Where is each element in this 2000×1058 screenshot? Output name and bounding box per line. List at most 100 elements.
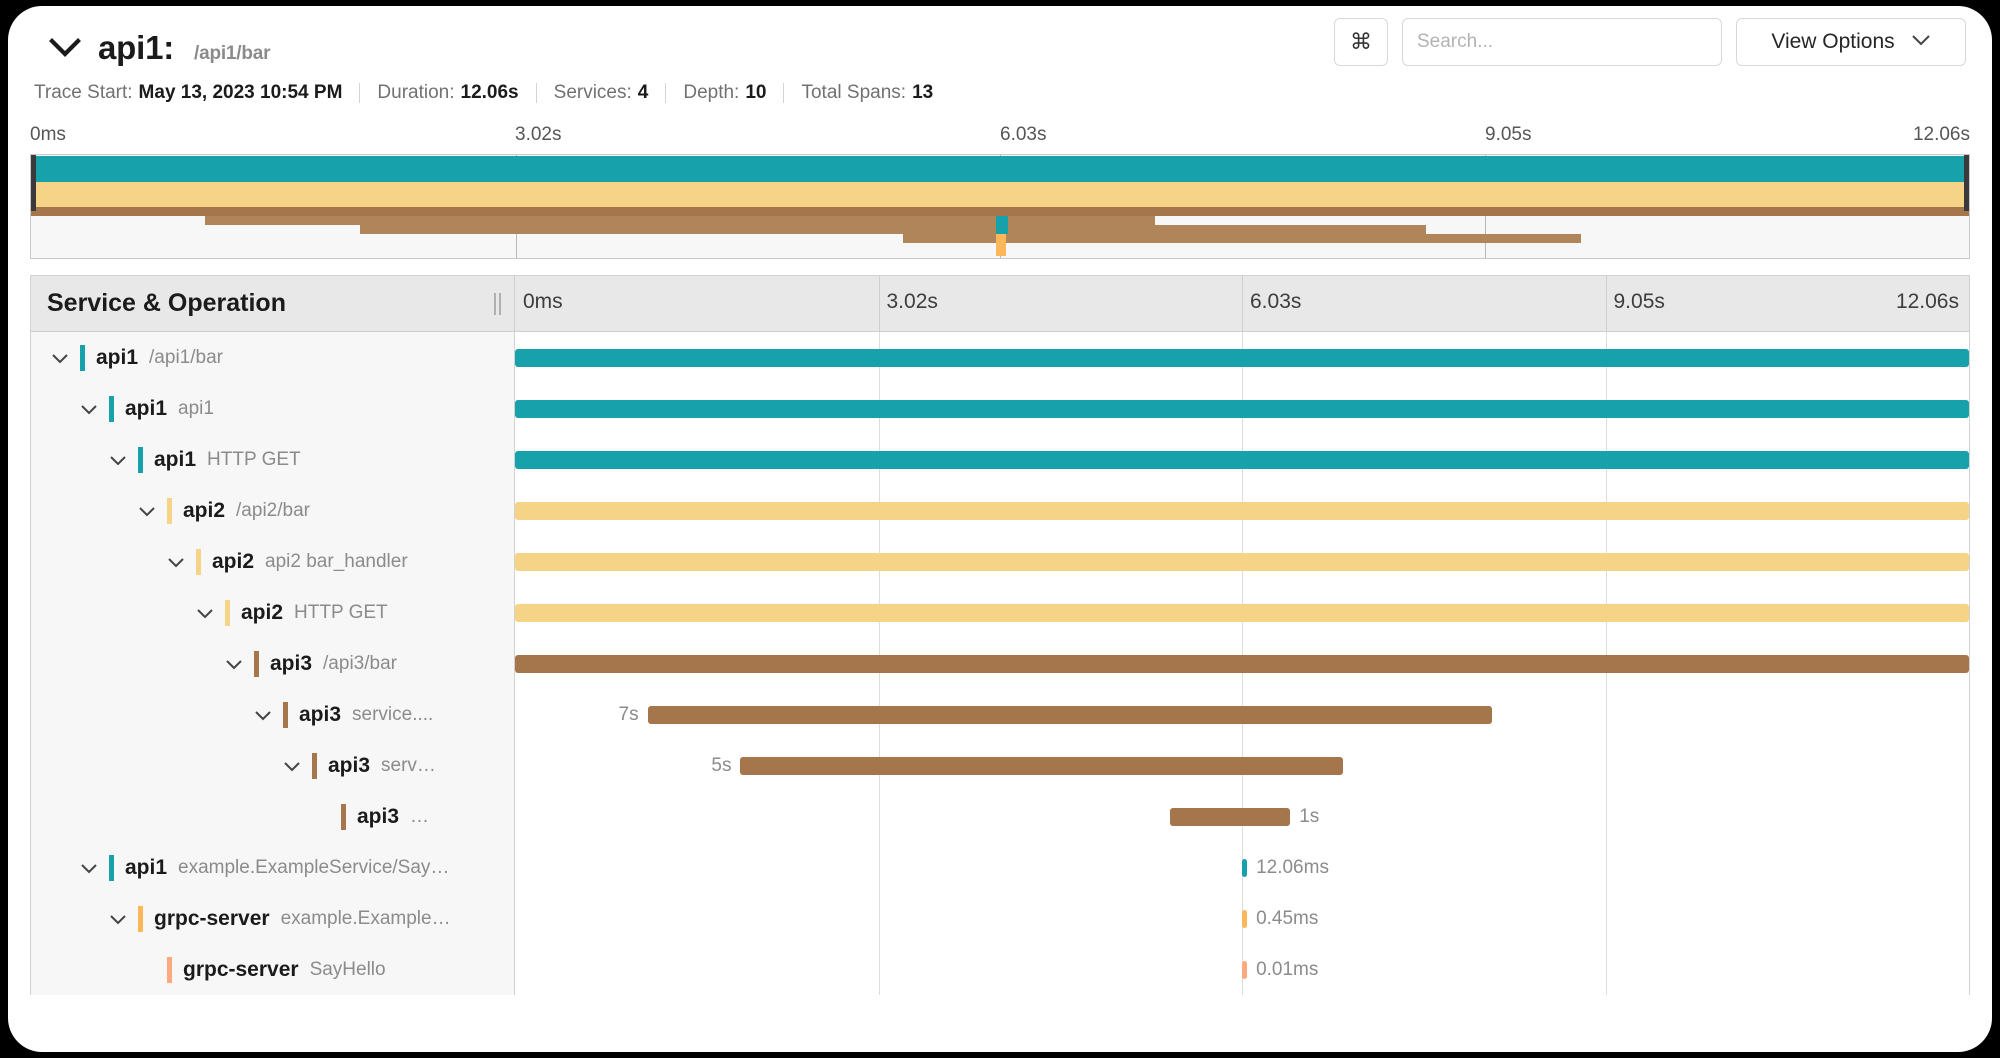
table-row[interactable]: api3 service.... 7s [31, 689, 1969, 740]
span-name-cell[interactable]: api1 api1 [31, 383, 515, 434]
span-bar[interactable] [1169, 807, 1291, 826]
chevron-down-icon[interactable] [134, 498, 160, 524]
span-timeline-cell[interactable] [515, 332, 1969, 383]
chevron-down-icon[interactable] [192, 600, 218, 626]
chevron-down-icon[interactable] [163, 549, 189, 575]
chevron-down-icon[interactable] [46, 29, 84, 67]
span-bar[interactable] [740, 756, 1344, 775]
minimap-tick-0: 0ms [30, 124, 66, 145]
table-row[interactable]: api1/api1/bar [31, 332, 1969, 383]
span-duration-label: 12.06ms [1256, 856, 1329, 878]
span-timeline-cell[interactable] [515, 434, 1969, 485]
chevron-placeholder [134, 957, 160, 983]
header-actions: ⌘ View Options [1334, 18, 1966, 66]
span-color-indicator [167, 497, 172, 524]
meta-services-value: 4 [637, 82, 649, 103]
span-operation-name: HTTP GET [294, 601, 388, 623]
chevron-placeholder [308, 804, 334, 830]
timeline-gridline [878, 842, 880, 893]
span-timeline-cell[interactable]: 0.01ms [515, 944, 1969, 995]
span-service-name: api3 [328, 753, 371, 777]
span-bar[interactable] [1242, 858, 1248, 877]
chevron-down-icon[interactable] [47, 345, 73, 371]
minimap-span-bar [31, 182, 1969, 207]
search-input[interactable] [1402, 18, 1722, 66]
span-duration-label: 0.01ms [1256, 958, 1319, 980]
span-timeline-cell[interactable]: 12.06ms [515, 842, 1969, 893]
timeline-gridline [1605, 791, 1607, 842]
timeline-tick-0: 0ms [523, 290, 563, 313]
timeline-header-gridline [878, 276, 880, 331]
table-row[interactable]: api1 example.ExampleService/Say… 12.06ms [31, 842, 1969, 893]
table-row[interactable]: grpc-server example.Example… 0.45ms [31, 893, 1969, 944]
minimap-drag-handle-left[interactable] [31, 155, 36, 211]
chevron-down-icon[interactable] [76, 396, 102, 422]
span-bar[interactable] [515, 399, 1969, 418]
span-name-cell[interactable]: api2/api2/bar [31, 485, 515, 536]
span-name-cell[interactable]: api1 HTTP GET [31, 434, 515, 485]
meta-duration-value: 12.06s [460, 82, 519, 103]
span-name-cell[interactable]: grpc-server example.Example… [31, 893, 515, 944]
span-name-cell[interactable]: api2 api2 bar_handler [31, 536, 515, 587]
meta-duration: Duration: 12.06s [377, 82, 518, 104]
table-row[interactable]: api3 serv… 5s [31, 740, 1969, 791]
table-row[interactable]: api1 api1 [31, 383, 1969, 434]
span-operation-name: serv… [381, 754, 436, 776]
span-table: Service & Operation 0ms 3.02s 6.03s 9.05s 12… [30, 275, 1970, 995]
column-resizer[interactable] [494, 292, 504, 315]
span-bar[interactable] [515, 501, 1969, 520]
chevron-down-icon[interactable] [105, 447, 131, 473]
span-name-cell[interactable]: api1/api1/bar [31, 332, 515, 383]
span-timeline-cell[interactable] [515, 587, 1969, 638]
span-timeline-cell[interactable]: 0.45ms [515, 893, 1969, 944]
minimap-span-bar [996, 216, 1008, 234]
minimap-span-bar [996, 234, 1006, 256]
span-bar[interactable] [515, 348, 1969, 367]
span-timeline-cell[interactable] [515, 638, 1969, 689]
span-name-cell[interactable]: api3/api3/bar [31, 638, 515, 689]
span-timeline-cell[interactable] [515, 536, 1969, 587]
span-bar[interactable] [1242, 960, 1248, 979]
minimap[interactable] [30, 154, 1970, 259]
span-bar[interactable] [515, 654, 1969, 673]
table-row[interactable]: api2/api2/bar [31, 485, 1969, 536]
table-row[interactable]: api1 HTTP GET [31, 434, 1969, 485]
span-name-cell[interactable]: api3 service.... [31, 689, 515, 740]
span-name-cell[interactable]: api3… [31, 791, 515, 842]
span-service-name: api2 [241, 600, 284, 624]
table-row[interactable]: api3 … 1s [31, 791, 1969, 842]
span-bar[interactable] [515, 603, 1969, 622]
span-name-cell[interactable]: api1 example.ExampleService/Say… [31, 842, 515, 893]
chevron-down-icon[interactable] [279, 753, 305, 779]
span-operation-name: api2 bar_handler [265, 550, 408, 572]
span-bar[interactable] [515, 450, 1969, 469]
chevron-down-icon[interactable] [221, 651, 247, 677]
span-timeline-cell[interactable]: 1s [515, 791, 1969, 842]
span-name-cell[interactable]: api2 HTTP GET [31, 587, 515, 638]
chevron-down-icon[interactable] [76, 855, 102, 881]
table-row[interactable]: api2 api2 bar_handler [31, 536, 1969, 587]
span-timeline-cell[interactable] [515, 485, 1969, 536]
span-bar[interactable] [1242, 909, 1248, 928]
command-key-icon[interactable]: ⌘ [1334, 18, 1388, 66]
span-color-indicator [138, 905, 143, 932]
span-bar[interactable] [647, 705, 1492, 724]
table-row[interactable]: grpc-server SayHello 0.01ms [31, 944, 1969, 995]
span-timeline-cell[interactable]: 7s [515, 689, 1969, 740]
table-row[interactable]: api3/api3/bar [31, 638, 1969, 689]
view-options-button[interactable]: View Options [1736, 18, 1966, 66]
span-name-cell[interactable]: api3 serv… [31, 740, 515, 791]
minimap-drag-handle-right[interactable] [1964, 155, 1969, 211]
minimap-span-bar [31, 207, 1969, 216]
span-bar[interactable] [515, 552, 1969, 571]
chevron-down-icon[interactable] [250, 702, 276, 728]
minimap-tick-4: 12.06s [1912, 124, 1970, 145]
chevron-down-icon[interactable] [105, 906, 131, 932]
span-timeline-cell[interactable]: 5s [515, 740, 1969, 791]
table-row[interactable]: api2 HTTP GET [31, 587, 1969, 638]
view-options-label: View Options [1771, 30, 1895, 53]
span-table-header: Service & Operation 0ms 3.02s 6.03s 9.05s 12… [31, 276, 1970, 332]
span-name-cell[interactable]: grpc-server SayHello [31, 944, 515, 995]
span-timeline-cell[interactable] [515, 383, 1969, 434]
span-operation-name: /api3/bar [323, 652, 397, 674]
